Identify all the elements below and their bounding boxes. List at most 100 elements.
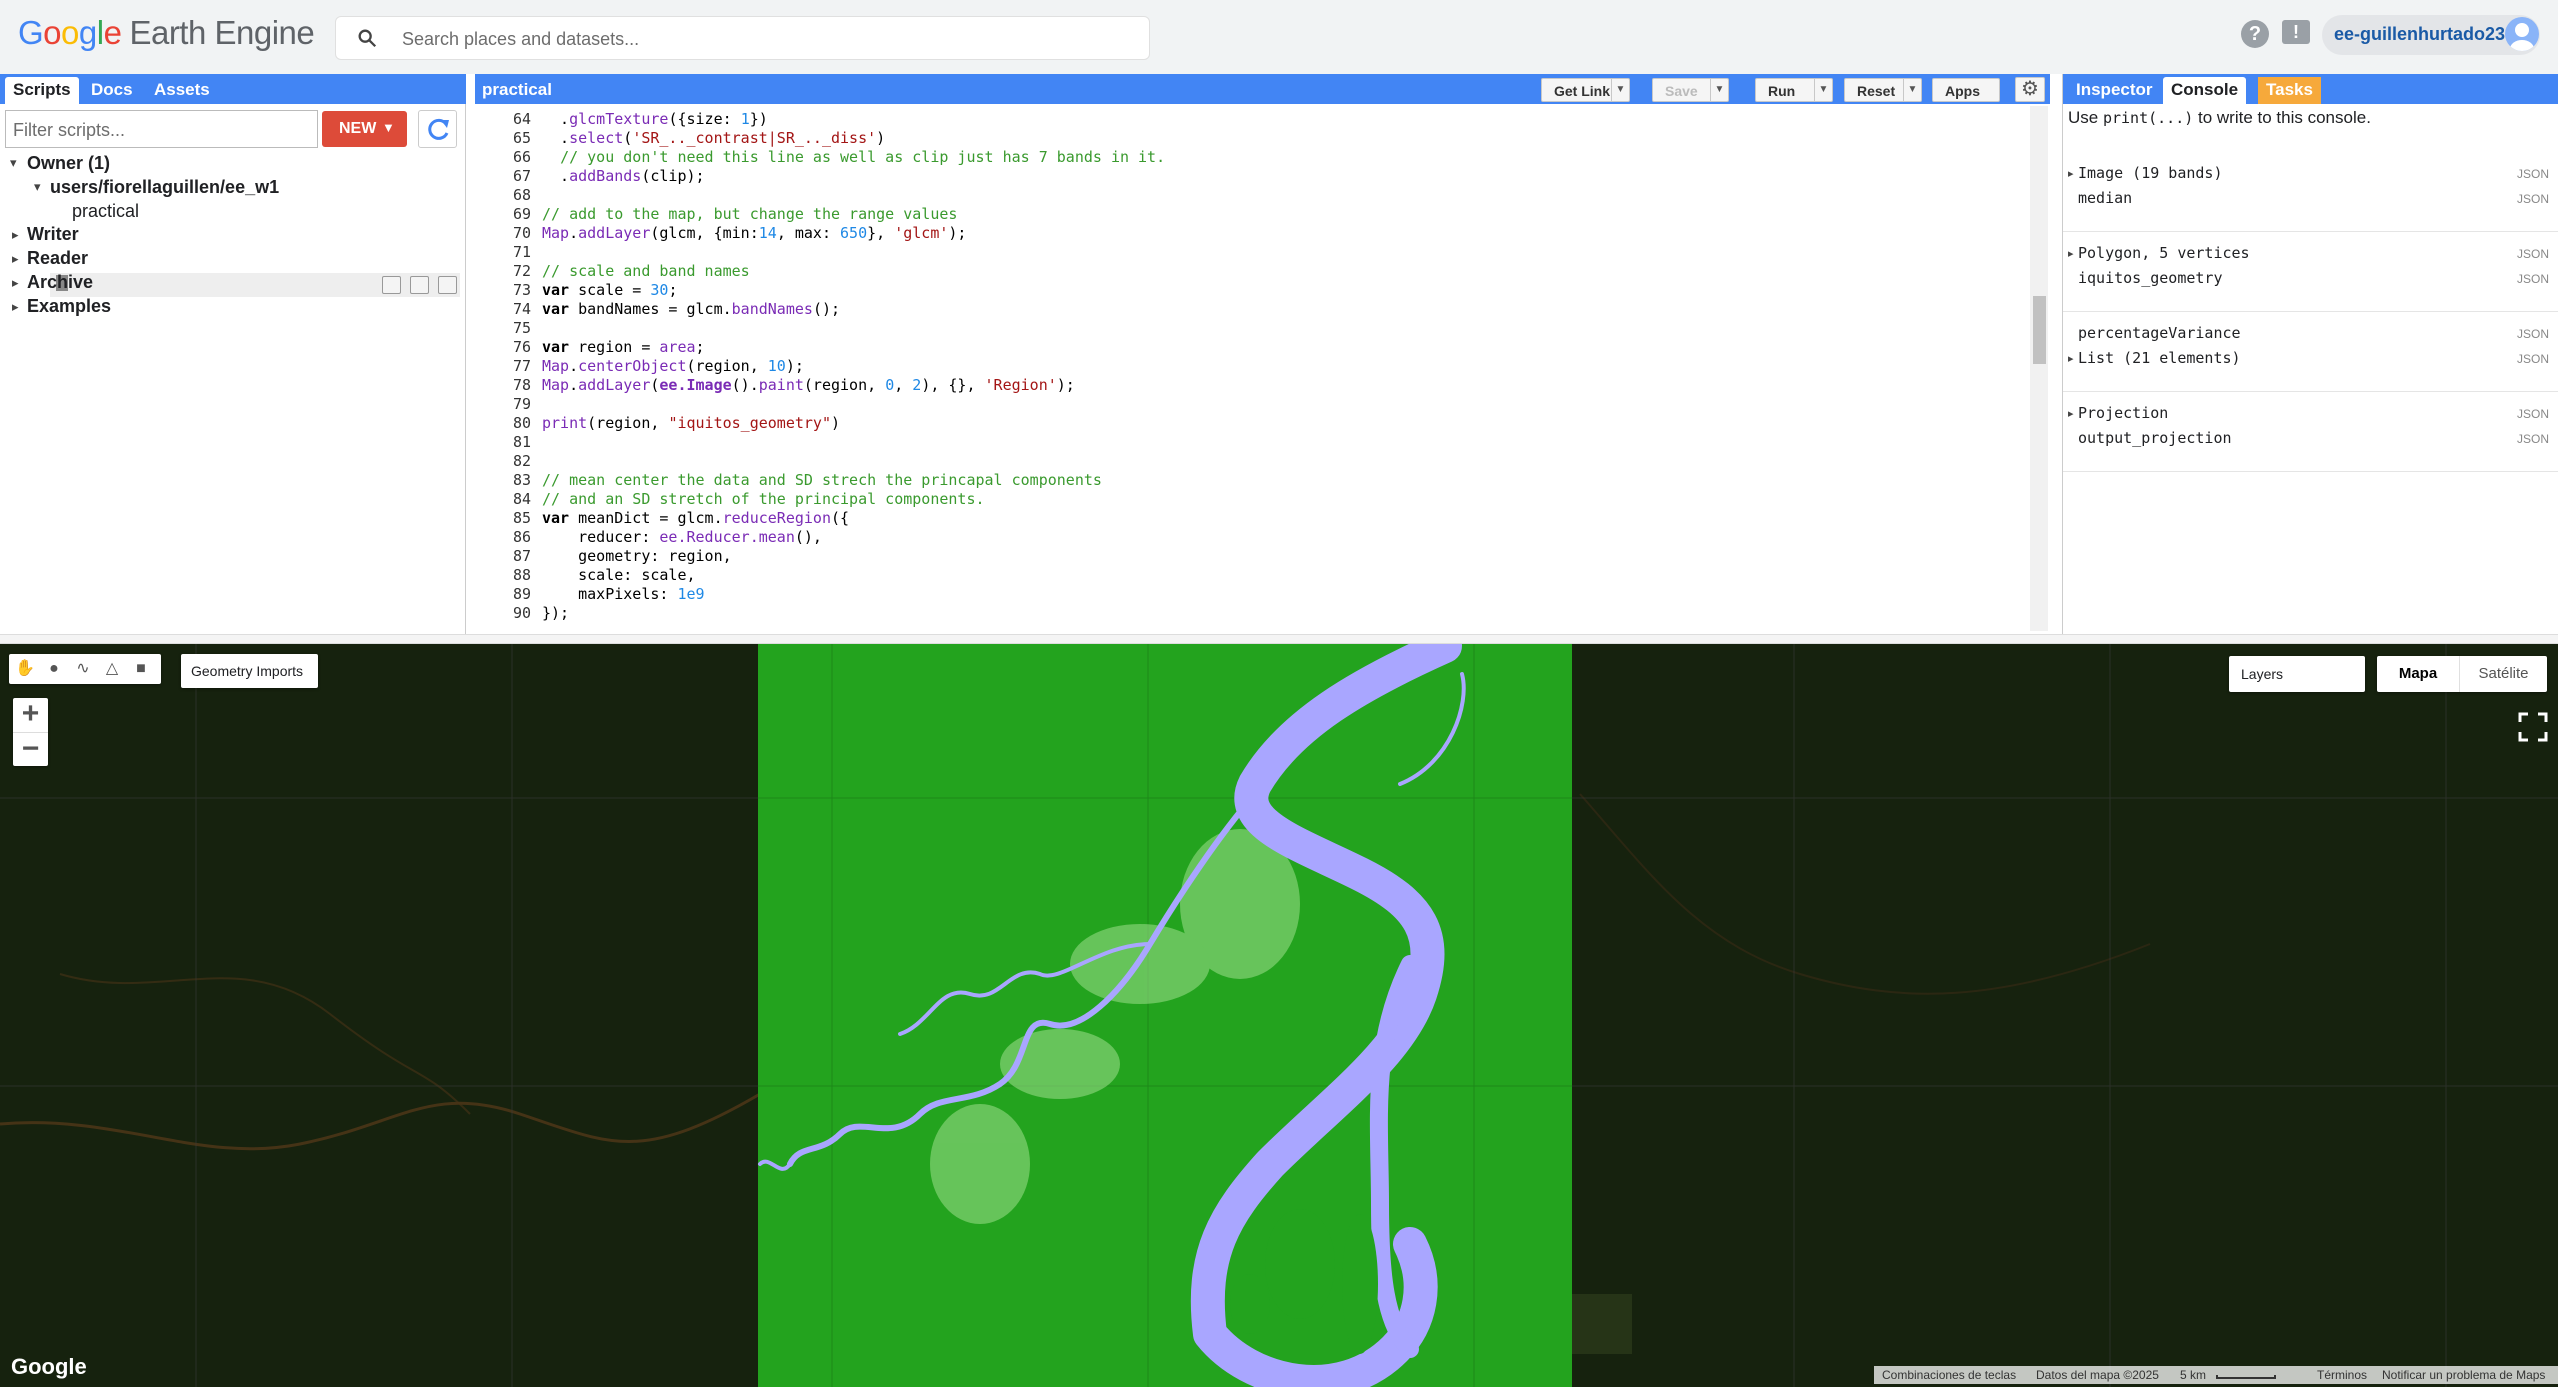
caret-right-icon[interactable]: ▸: [2068, 352, 2074, 365]
caret-down-icon[interactable]: ▼: [1710, 79, 1728, 101]
json-link[interactable]: JSON: [2517, 352, 2549, 366]
tree-reader[interactable]: Reader: [27, 248, 88, 269]
tab-console[interactable]: Console: [2163, 77, 2247, 104]
caret-down-icon[interactable]: ▼: [1611, 79, 1629, 101]
get-link-button[interactable]: Get Link ▼: [1541, 78, 1630, 102]
console-entry[interactable]: percentageVariance JSON List (21 elements)…: [2063, 322, 2558, 392]
code-line[interactable]: .select('SR_.._contrast|SR_.._diss'): [542, 129, 885, 147]
scrollbar-thumb[interactable]: [2033, 296, 2046, 364]
code-line[interactable]: // mean center the data and SD strech th…: [542, 471, 1102, 489]
json-link[interactable]: JSON: [2517, 327, 2549, 341]
caret-right-icon[interactable]: ▸: [2068, 247, 2074, 260]
save-button[interactable]: Save ▼: [1652, 78, 1729, 102]
code-line[interactable]: var bandNames = glcm.bandNames();: [542, 300, 840, 318]
console-entry[interactable]: Image (19 bands) ▸ JSON median JSON: [2063, 162, 2558, 232]
rectangle-icon[interactable]: ■: [129, 657, 153, 681]
line-icon[interactable]: ∿: [71, 657, 95, 681]
tree-repo[interactable]: users/fiorellaguillen/ee_w1: [50, 177, 279, 198]
filter-scripts-input[interactable]: Filter scripts...: [5, 110, 318, 148]
code-line[interactable]: Map.addLayer(glcm, {min:14, max: 650}, '…: [542, 224, 966, 242]
map-type-map[interactable]: Mapa: [2377, 656, 2459, 692]
code-line[interactable]: // add to the map, but change the range …: [542, 205, 957, 223]
avatar[interactable]: [2505, 17, 2539, 51]
keyboard-shortcuts-link[interactable]: Combinaciones de teclas: [1882, 1368, 2016, 1382]
code-line[interactable]: maxPixels: 1e9: [542, 585, 704, 603]
json-link[interactable]: JSON: [2517, 432, 2549, 446]
search-input[interactable]: Search places and datasets...: [335, 16, 1150, 60]
line-number: 86: [512, 528, 531, 546]
json-link[interactable]: JSON: [2517, 407, 2549, 421]
caret-down-icon[interactable]: ▼: [1814, 79, 1832, 101]
refresh-button[interactable]: [418, 110, 457, 148]
polygon-icon[interactable]: △: [100, 657, 124, 681]
tree-examples[interactable]: Examples: [27, 296, 111, 317]
code-line[interactable]: Map.addLayer(ee.Image().paint(region, 0,…: [542, 376, 1075, 394]
tree-archive[interactable]: Archive: [27, 272, 93, 293]
zoom-out-button[interactable]: −: [13, 732, 48, 766]
editor-scrollbar[interactable]: [2030, 106, 2048, 631]
caret-right-icon[interactable]: ▸: [12, 299, 19, 315]
code-line[interactable]: // and an SD stretch of the principal co…: [542, 490, 985, 508]
tab-assets[interactable]: Assets: [146, 77, 218, 104]
json-link[interactable]: JSON: [2517, 272, 2549, 286]
feedback-icon[interactable]: !: [2282, 20, 2310, 44]
code-line[interactable]: var meanDict = glcm.reduceRegion({: [542, 509, 849, 527]
map-view[interactable]: ✋ ● ∿ △ ■ Geometry Imports + − Layers Ma…: [0, 644, 2558, 1387]
edit-icon[interactable]: [410, 276, 429, 294]
new-button[interactable]: NEW ▼: [322, 111, 407, 147]
geometry-imports-button[interactable]: Geometry Imports: [181, 654, 318, 688]
pan-hand-icon[interactable]: ✋: [13, 657, 37, 681]
help-icon[interactable]: ?: [2241, 20, 2269, 48]
console-entry-name: median: [2078, 189, 2133, 207]
tab-tasks[interactable]: Tasks: [2258, 77, 2321, 104]
code-line[interactable]: });: [542, 604, 569, 622]
tree-owner[interactable]: Owner (1): [27, 153, 110, 174]
line-number: 77: [512, 357, 531, 375]
caret-down-icon[interactable]: ▾: [10, 155, 17, 171]
code-line[interactable]: reducer: ee.Reducer.mean(),: [542, 528, 822, 546]
tab-docs[interactable]: Docs: [83, 77, 141, 104]
tree-writer[interactable]: Writer: [27, 224, 79, 245]
reset-button[interactable]: Reset ▼: [1844, 78, 1922, 102]
caret-right-icon[interactable]: ▸: [12, 227, 19, 243]
caret-right-icon[interactable]: ▸: [2068, 167, 2074, 180]
console-entry[interactable]: Projection ▸ JSON output_projection JSON: [2063, 402, 2558, 472]
code-line[interactable]: scale: scale,: [542, 566, 695, 584]
caret-down-icon[interactable]: ▼: [1903, 79, 1921, 101]
caret-right-icon[interactable]: ▸: [12, 251, 19, 267]
layers-button[interactable]: Layers: [2229, 656, 2365, 692]
caret-down-icon[interactable]: ▾: [34, 179, 41, 195]
tab-scripts[interactable]: Scripts: [5, 77, 79, 104]
json-link[interactable]: JSON: [2517, 247, 2549, 261]
gear-icon[interactable]: ⚙: [2015, 77, 2045, 102]
marker-icon[interactable]: ●: [42, 657, 66, 681]
code-line[interactable]: var scale = 30;: [542, 281, 677, 299]
json-link[interactable]: JSON: [2517, 167, 2549, 181]
rename-icon[interactable]: [382, 276, 401, 294]
code-area[interactable]: 64 .glcmTexture({size: 1}) 65 .select('SR…: [475, 104, 2050, 634]
tab-inspector[interactable]: Inspector: [2068, 77, 2161, 104]
code-line[interactable]: geometry: region,: [542, 547, 732, 565]
terms-link[interactable]: Términos: [2317, 1368, 2367, 1382]
code-line[interactable]: .glcmTexture({size: 1}): [542, 110, 768, 128]
apps-button[interactable]: Apps: [1932, 78, 2000, 102]
zoom-in-button[interactable]: +: [13, 698, 48, 732]
panel-splitter[interactable]: [0, 634, 2558, 644]
tree-file-practical[interactable]: practical: [72, 201, 139, 222]
earth-engine-logo[interactable]: Google Earth Engine: [18, 14, 315, 52]
report-problem-link[interactable]: Notificar un problema de Maps: [2382, 1368, 2545, 1382]
run-button[interactable]: Run ▼: [1755, 78, 1833, 102]
code-line[interactable]: print(region, "iquitos_geometry"): [542, 414, 840, 432]
delete-icon[interactable]: [438, 276, 457, 294]
fullscreen-icon[interactable]: [2516, 710, 2550, 744]
caret-right-icon[interactable]: ▸: [2068, 407, 2074, 420]
json-link[interactable]: JSON: [2517, 192, 2549, 206]
caret-right-icon[interactable]: ▸: [12, 275, 19, 291]
code-line[interactable]: var region = area;: [542, 338, 705, 356]
console-entry[interactable]: Polygon, 5 vertices ▸ JSON iquitos_geometry…: [2063, 242, 2558, 312]
code-line[interactable]: // scale and band names: [542, 262, 750, 280]
code-line[interactable]: Map.centerObject(region, 10);: [542, 357, 804, 375]
code-line[interactable]: .addBands(clip);: [542, 167, 705, 185]
code-line[interactable]: // you don't need this line as well as c…: [542, 148, 1165, 166]
map-type-satellite[interactable]: Satélite: [2459, 656, 2547, 692]
